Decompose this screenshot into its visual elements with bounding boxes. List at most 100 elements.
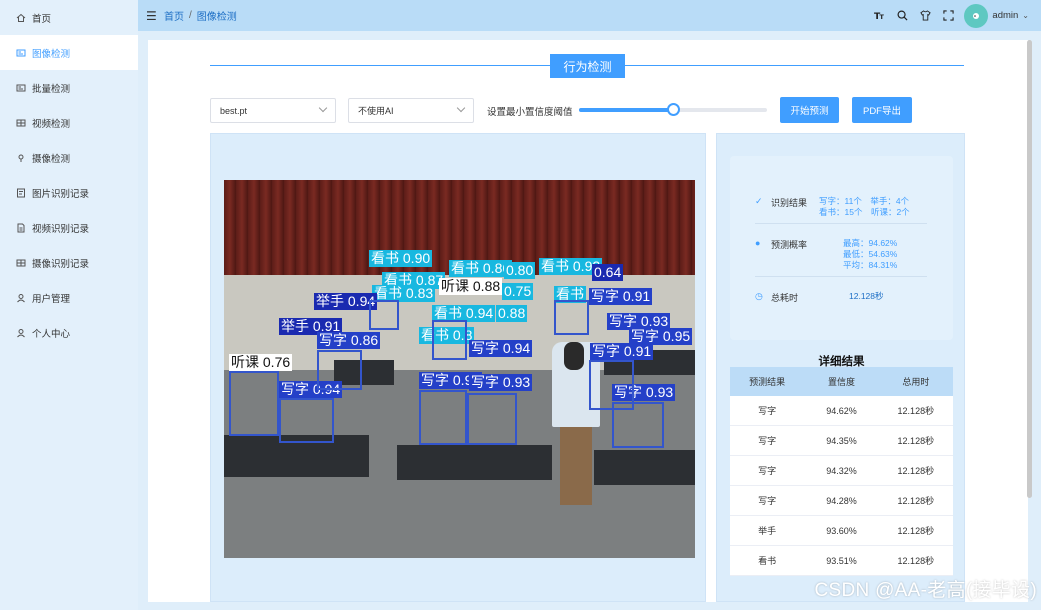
table-cell: 写字 xyxy=(758,436,777,446)
detection-box xyxy=(554,300,589,335)
stat-probability: ● 预测概率 xyxy=(755,238,819,251)
page-scrollbar[interactable] xyxy=(1027,40,1032,498)
table-cell: 12.128秒 xyxy=(897,406,935,416)
table-cell: 写字 xyxy=(758,496,777,506)
video-record-icon xyxy=(16,223,26,233)
table-cell: 12.128秒 xyxy=(897,466,935,476)
sidebar-item-2[interactable]: 批量检测 xyxy=(0,70,138,105)
teacher-skirt xyxy=(560,427,592,505)
start-predict-button[interactable]: 开始预测 xyxy=(780,97,839,123)
camera-icon xyxy=(16,153,26,163)
sidebar-item-8[interactable]: 用户管理 xyxy=(0,280,138,315)
theme-shirt-icon[interactable] xyxy=(914,0,937,31)
stat-recognition-line1: 写字：11个 举手：4个 xyxy=(819,196,910,206)
sidebar-item-3[interactable]: 视频检测 xyxy=(0,105,138,140)
menu-toggle-icon[interactable]: ☰ xyxy=(146,9,162,23)
table-cell: 94.32% xyxy=(826,465,857,476)
sidebar-item-0[interactable]: 首页 xyxy=(0,0,138,35)
table-row: 看书 93.51% 12.128秒 xyxy=(730,546,953,576)
detection-label: 0.80 xyxy=(504,262,536,279)
teacher-head xyxy=(564,342,584,370)
sidebar-item-7[interactable]: 摄像识别记录 xyxy=(0,245,138,280)
user-name[interactable]: admin xyxy=(992,10,1018,21)
sidebar-item-label: 图片识别记录 xyxy=(32,188,90,200)
svg-text:T: T xyxy=(880,13,885,21)
table-cell: 12.128秒 xyxy=(897,436,935,446)
detection-box xyxy=(229,371,279,436)
divider xyxy=(755,276,927,277)
slider-handle[interactable] xyxy=(667,103,680,116)
sidebar-item-5[interactable]: 图片识别记录 xyxy=(0,175,138,210)
stat-recognition-values: 写字：11个 举手：4个 看书：15个 听课：2个 xyxy=(819,196,910,218)
sidebar-item-label: 摄像检测 xyxy=(32,153,71,165)
sidebar-item-4[interactable]: 摄像检测 xyxy=(0,140,138,175)
stat-recognition-label: 识别结果 xyxy=(771,198,808,208)
chevron-down-icon xyxy=(456,103,466,113)
model-select-value: best.pt xyxy=(220,105,248,116)
divider xyxy=(755,223,927,224)
stat-probability-label: 预测概率 xyxy=(771,240,808,250)
table-row: 写字 94.28% 12.128秒 xyxy=(730,486,953,516)
detection-box xyxy=(589,360,634,410)
stat-time: ◷ 总耗时 xyxy=(755,291,819,304)
table-header: 预测结果 置信度 总用时 xyxy=(730,367,953,396)
home-icon xyxy=(16,13,26,23)
sidebar-item-label: 批量检测 xyxy=(32,83,71,95)
sidebar-item-1[interactable]: 图像检测 xyxy=(0,35,138,70)
watermark: CSDN @AA-老高(接毕设) xyxy=(814,580,1037,601)
chevron-down-icon[interactable]: ⌄ xyxy=(1022,11,1029,20)
pdf-export-button[interactable]: PDF导出 xyxy=(852,97,912,123)
check-icon: ✓ xyxy=(755,196,763,206)
sidebar-item-9[interactable]: 个人中心 xyxy=(0,315,138,350)
detection-label: 0.75 xyxy=(502,283,534,300)
table-row: 举手 93.60% 12.128秒 xyxy=(730,516,953,546)
detection-label: 听课 0.88 xyxy=(439,278,503,295)
avatar[interactable] xyxy=(964,3,989,28)
detection-box xyxy=(419,390,467,445)
stat-time-value: 12.128秒 xyxy=(849,291,884,301)
table-cell: 93.60% xyxy=(826,525,857,536)
table-cell: 写字 xyxy=(758,406,777,416)
table-row: 写字 94.62% 12.128秒 xyxy=(730,396,953,426)
detection-label: 听课 0.76 xyxy=(229,354,293,371)
detection-label: 写字 0.91 xyxy=(590,343,654,360)
sidebar-item-6[interactable]: 视频识别记录 xyxy=(0,210,138,245)
model-select[interactable]: best.pt xyxy=(210,98,336,123)
stats-card: ✓ 识别结果 写字：11个 举手：4个 看书：15个 听课：2个 ● 预测概率 … xyxy=(730,156,953,340)
detection-label: 写字 0.93 xyxy=(469,374,533,391)
person-icon xyxy=(16,328,26,338)
clock-icon: ◷ xyxy=(755,291,763,301)
table-cell: 12.128秒 xyxy=(897,556,935,566)
detection-label: 举手 0.94 xyxy=(314,293,378,310)
stat-probability-values: 最高：94.62% 最低：54.63% 平均：84.31% xyxy=(843,238,897,271)
stat-prob-min: 最低：54.63% xyxy=(843,249,898,259)
sidebar-item-label: 图像检测 xyxy=(32,48,71,60)
header-tools: TT admin ⌄ xyxy=(868,0,1041,31)
table-cell: 93.51% xyxy=(826,555,857,566)
sidebar-item-label: 用户管理 xyxy=(32,293,71,305)
detection-label: 写字 0.91 xyxy=(589,288,653,305)
font-size-icon[interactable]: TT xyxy=(868,0,891,31)
detection-box xyxy=(369,300,399,330)
table-row: 写字 94.35% 12.128秒 xyxy=(730,426,953,456)
table-body: 写字 94.62% 12.128秒 写字 94.35% 12.128秒 写字 94.32% 12… xyxy=(730,396,953,576)
table-cell: 写字 xyxy=(758,466,777,476)
breadcrumb-current: 图像检测 xyxy=(196,12,237,23)
breadcrumb-home[interactable]: 首页 xyxy=(164,8,184,23)
detection-label: 写字 0.94 xyxy=(469,340,533,357)
page-title: 行为检测 xyxy=(550,54,625,78)
search-icon[interactable] xyxy=(891,0,914,31)
camera-record-icon xyxy=(16,258,26,268)
ai-select[interactable]: 不使用AI xyxy=(348,98,474,123)
table-cell: 看书 xyxy=(758,556,777,566)
detection-label: 看书 0.90 xyxy=(369,250,433,267)
fullscreen-icon[interactable] xyxy=(937,0,960,31)
table-cell: 举手 xyxy=(758,526,777,536)
confidence-slider[interactable] xyxy=(579,103,767,116)
table-cell: 12.128秒 xyxy=(897,526,935,536)
sidebar: 首页图像检测批量检测视频检测摄像检测图片识别记录视频识别记录 摄像识别记录用户管理… xyxy=(0,0,138,610)
slider-fill xyxy=(579,108,673,112)
table-cell: 12.128秒 xyxy=(897,496,935,506)
image-icon xyxy=(16,48,26,58)
detection-label: 0.64 xyxy=(592,264,624,281)
